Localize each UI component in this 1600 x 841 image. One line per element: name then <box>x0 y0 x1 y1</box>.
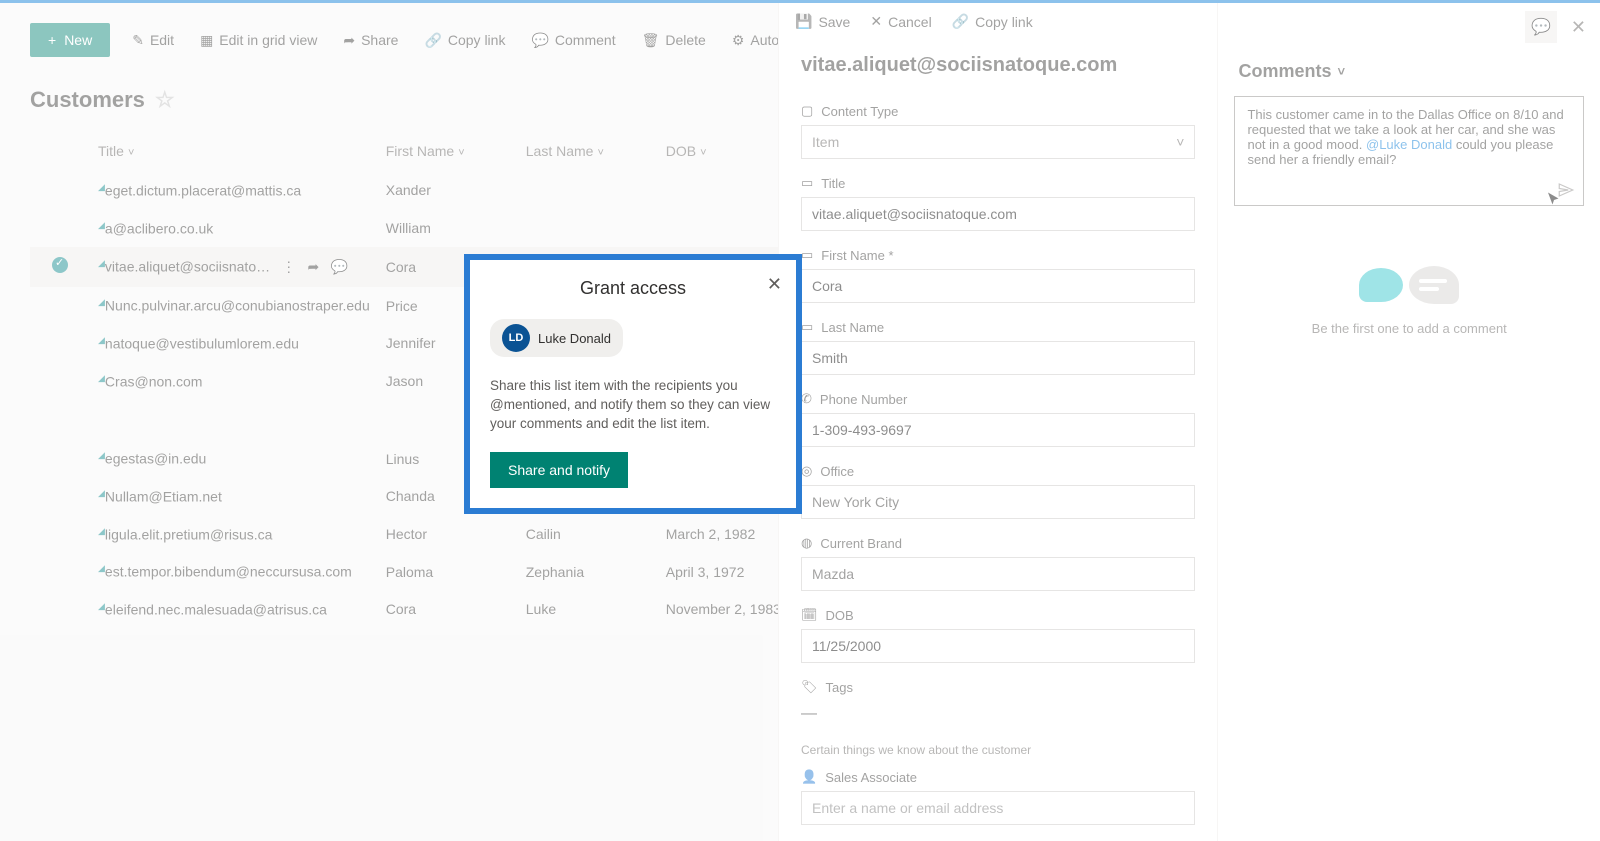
share-notify-label: Share and notify <box>508 462 610 478</box>
dialog-body: Share this list item with the recipients… <box>490 377 776 434</box>
recipient-name: Luke Donald <box>538 331 611 346</box>
recipient-chip[interactable]: LD Luke Donald <box>490 319 623 357</box>
share-and-notify-button[interactable]: Share and notify <box>490 452 628 488</box>
avatar: LD <box>502 324 530 352</box>
dialog-title: Grant access <box>490 278 776 299</box>
overlay-scrim-panel <box>778 0 1600 841</box>
dialog-close-button[interactable]: ✕ <box>767 274 782 295</box>
grant-access-dialog: Grant access ✕ LD Luke Donald Share this… <box>464 254 802 514</box>
